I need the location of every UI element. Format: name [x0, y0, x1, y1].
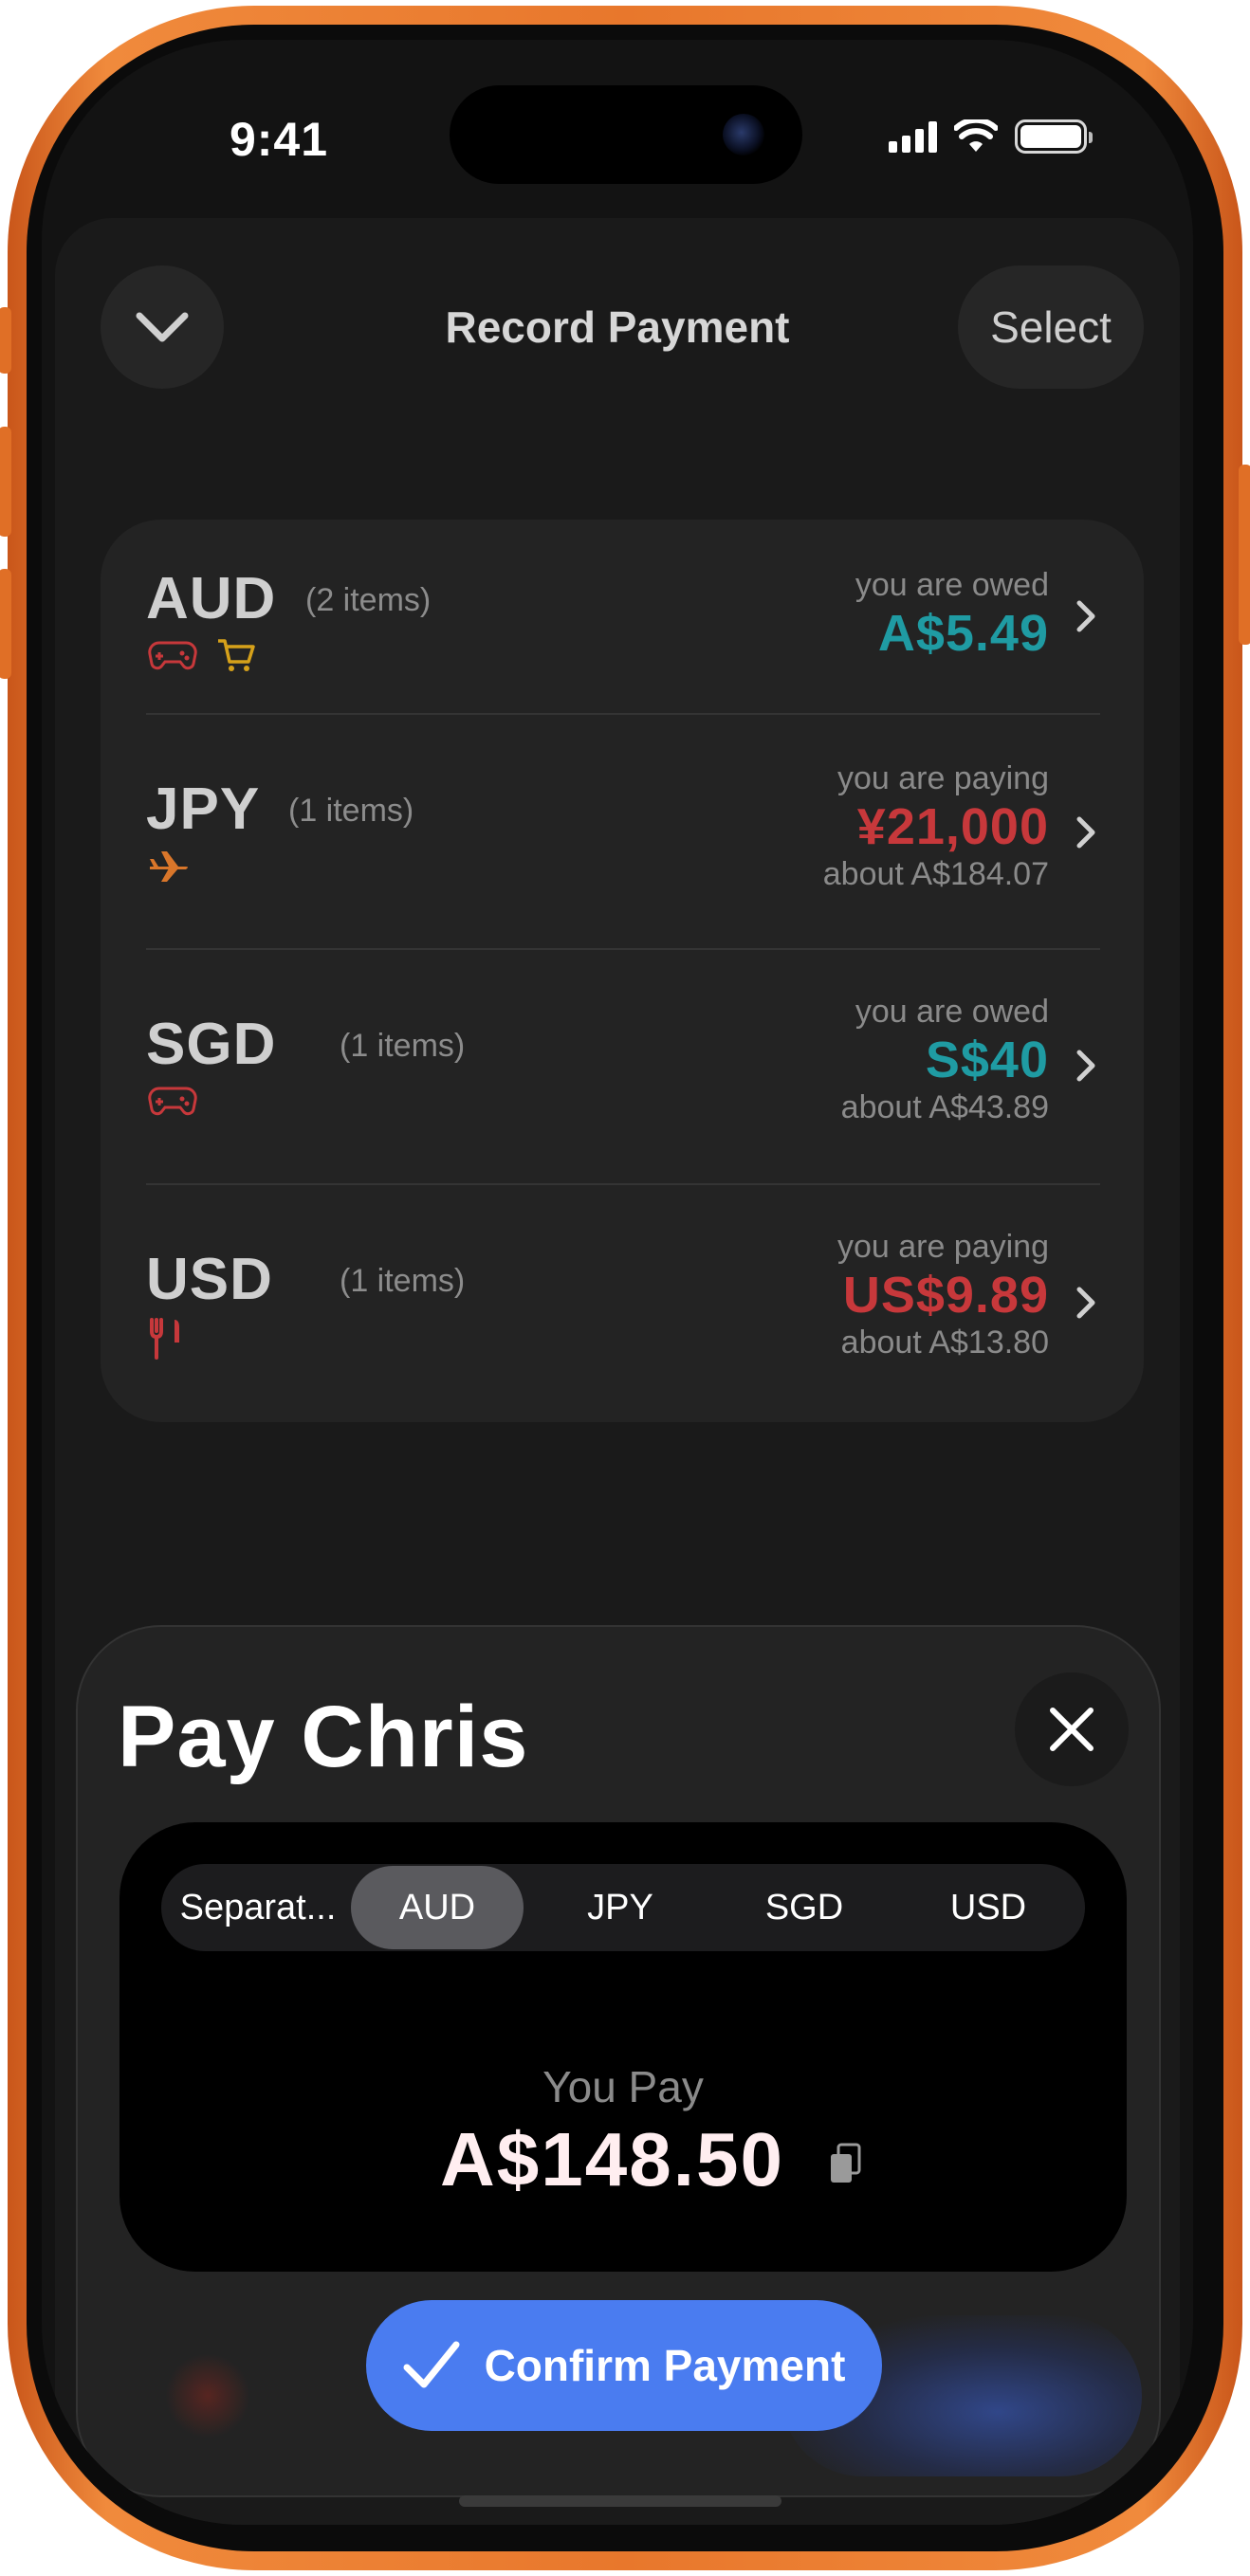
category-icons: [148, 637, 256, 673]
camera-icon: [723, 114, 764, 155]
tab-jpy[interactable]: JPY: [531, 1866, 709, 1949]
tab-usd[interactable]: USD: [899, 1866, 1077, 1949]
currency-list: AUD (2 items) you are owed A$5.49 JPY (1…: [101, 520, 1144, 1422]
page-title: Record Payment: [445, 302, 790, 352]
gamepad-icon: [148, 1087, 197, 1116]
tab-sgd[interactable]: SGD: [715, 1866, 893, 1949]
currency-row-sgd[interactable]: SGD (1 items) you are owed S$40 about A$…: [101, 950, 1144, 1183]
currency-code: AUD: [146, 566, 277, 631]
chevron-right-icon: [1076, 816, 1095, 849]
currency-code: USD: [146, 1247, 273, 1312]
background-glow: [165, 2353, 250, 2439]
balance-amount: ¥21,000: [856, 798, 1049, 855]
copy-icon[interactable]: [829, 2143, 861, 2184]
volume-up-button: [0, 427, 11, 537]
you-pay-label: You Pay: [542, 2062, 704, 2111]
confirm-payment-label: Confirm Payment: [484, 2341, 846, 2390]
dynamic-island: [450, 85, 802, 184]
volume-down-button: [0, 569, 11, 679]
cart-icon: [218, 639, 255, 671]
tab-aud[interactable]: AUD: [351, 1866, 524, 1949]
status-time: 9:41: [229, 113, 329, 166]
battery-icon: [1015, 119, 1093, 154]
balance-amount: S$40: [925, 1032, 1049, 1088]
checkmark-icon: [403, 2341, 460, 2388]
chevron-right-icon: [1076, 1287, 1095, 1319]
select-button[interactable]: Select: [958, 265, 1144, 389]
home-indicator: [459, 2495, 781, 2507]
balance-amount: A$5.49: [877, 605, 1049, 662]
wifi-icon: [954, 119, 998, 152]
tab-separate[interactable]: Separat...: [165, 1866, 351, 1949]
item-count: (1 items): [340, 1028, 466, 1064]
pay-title: Pay Chris: [118, 1689, 529, 1785]
category-icons: [148, 1318, 182, 1360]
currency-row-aud[interactable]: AUD (2 items) you are owed A$5.49: [101, 520, 1144, 713]
balance-status: you are paying: [836, 760, 1049, 796]
chevron-down-icon: [136, 312, 189, 342]
balance-status: you are owed: [855, 994, 1049, 1030]
currency-row-jpy[interactable]: JPY (1 items) you are paying ¥21,000 abo…: [101, 715, 1144, 948]
converted-amount: about A$43.89: [840, 1089, 1049, 1125]
converted-amount: about A$13.80: [840, 1325, 1049, 1361]
gamepad-icon: [148, 641, 197, 670]
close-button[interactable]: [1015, 1672, 1129, 1786]
balance-amount: US$9.89: [842, 1267, 1049, 1324]
balance-info: you are paying US$9.89 about A$13.80: [837, 1229, 1049, 1361]
action-button: [0, 307, 11, 374]
balance-info: you are paying ¥21,000 about A$184.07: [823, 760, 1049, 893]
confirm-payment-button[interactable]: Confirm Payment: [366, 2300, 882, 2431]
item-count: (1 items): [340, 1263, 466, 1299]
cellular-signal-icon: [889, 120, 937, 153]
dismiss-button[interactable]: [101, 265, 224, 389]
chevron-right-icon: [1076, 1050, 1095, 1082]
airplane-icon: [150, 851, 188, 882]
power-button: [1239, 465, 1250, 645]
screen: 9:41 Record Payment Select AUD (2 items): [42, 40, 1193, 2525]
balance-status: you are owed: [855, 567, 1049, 603]
pay-amount: A$148.50: [440, 2117, 784, 2201]
currency-row-usd[interactable]: USD (1 items) you are paying US$9.89 abo…: [101, 1185, 1144, 1422]
close-icon: [1050, 1708, 1094, 1751]
chevron-right-icon: [1076, 600, 1095, 632]
item-count: (2 items): [305, 582, 432, 618]
balance-status: you are paying: [836, 1229, 1049, 1265]
currency-code: SGD: [146, 1012, 277, 1077]
fork-knife-icon: [150, 1318, 179, 1360]
status-indicators: [889, 118, 1093, 155]
balance-info: you are owed S$40 about A$43.89: [841, 994, 1049, 1126]
category-icons: [148, 1085, 197, 1117]
item-count: (1 items): [288, 793, 414, 829]
category-icons: [148, 850, 190, 884]
currency-code: JPY: [146, 776, 261, 842]
balance-info: you are owed A$5.49: [855, 567, 1049, 663]
converted-amount: about A$184.07: [822, 856, 1049, 892]
